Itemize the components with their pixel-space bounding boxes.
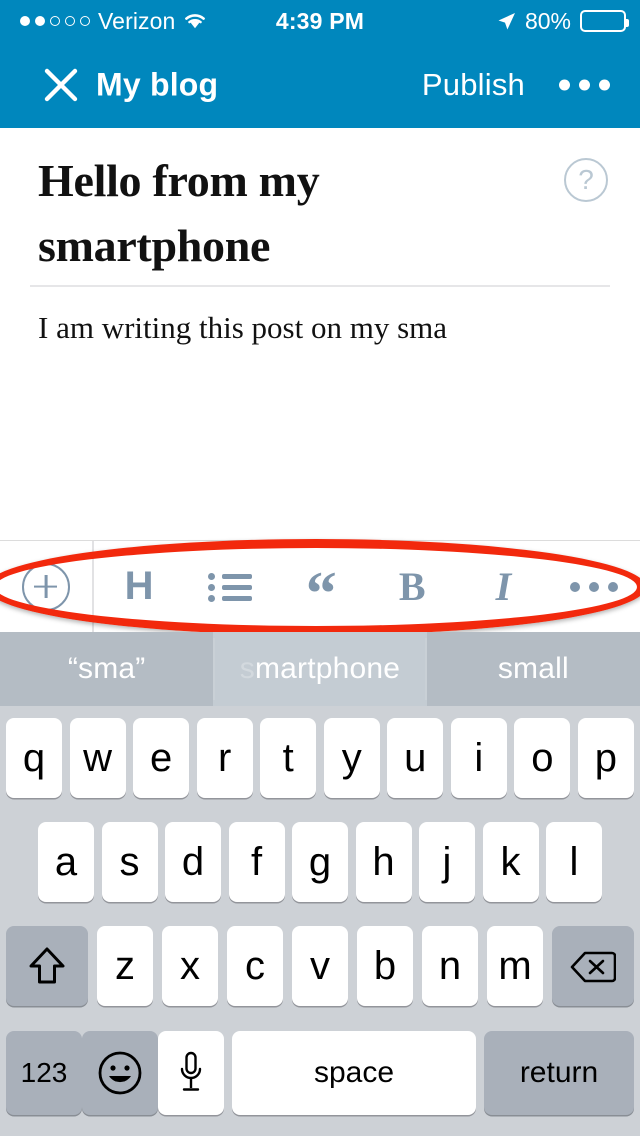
italic-icon: I (495, 564, 512, 609)
key-i[interactable]: i (450, 718, 507, 798)
key-l[interactable]: l (546, 822, 602, 902)
emoji-key[interactable] (82, 1031, 158, 1115)
list-button[interactable] (185, 541, 276, 633)
heading-button[interactable]: H (94, 541, 185, 633)
key-e[interactable]: e (133, 718, 190, 798)
bold-button[interactable]: B (367, 541, 458, 633)
more-ellipsis-icon (570, 581, 619, 592)
key-g[interactable]: g (292, 822, 348, 902)
suggestion-item[interactable]: s martphone (213, 632, 427, 706)
plus-circle-icon (22, 562, 70, 611)
backspace-icon (570, 949, 617, 983)
post-editor[interactable]: Hello from my smartphone ? I am writing … (0, 128, 640, 540)
key-s[interactable]: s (101, 822, 158, 902)
key-y[interactable]: y (323, 718, 380, 798)
microphone-icon (178, 1050, 204, 1096)
key-u[interactable]: u (387, 718, 444, 798)
key-a[interactable]: a (38, 822, 94, 902)
return-key[interactable]: return (484, 1031, 634, 1115)
more-format-button[interactable] (549, 541, 640, 633)
key-w[interactable]: w (69, 718, 126, 798)
key-x[interactable]: x (162, 926, 218, 1006)
title-divider (30, 285, 610, 287)
phone-screen: Verizon 4:39 PM 80% My blog Publish Hell… (0, 0, 640, 1136)
key-t[interactable]: t (260, 718, 317, 798)
key-j[interactable]: j (419, 822, 475, 902)
suggestion-rest: martphone (254, 652, 401, 685)
keyboard-row-1: qwertyuiop (0, 706, 640, 810)
key-v[interactable]: v (292, 926, 348, 1006)
key-m[interactable]: m (487, 926, 543, 1006)
blockquote-button[interactable]: “ (276, 541, 367, 633)
key-d[interactable]: d (165, 822, 221, 902)
backspace-key[interactable] (552, 926, 634, 1006)
smiley-face-icon (97, 1050, 143, 1096)
key-n[interactable]: n (422, 926, 478, 1006)
key-o[interactable]: o (514, 718, 571, 798)
publish-button[interactable]: Publish (422, 67, 525, 103)
heading-icon: H (124, 564, 154, 608)
suggestion-prefix: s (239, 652, 255, 685)
battery-icon (580, 10, 629, 32)
shift-key[interactable] (6, 926, 88, 1006)
keyboard-row-2: asdfghjkl (0, 810, 640, 914)
help-question-icon[interactable]: ? (564, 158, 608, 202)
space-key[interactable]: space (232, 1031, 476, 1115)
suggestion-item[interactable]: “sma” (0, 632, 213, 706)
more-ellipsis-icon[interactable] (559, 79, 610, 91)
post-body-field[interactable]: I am writing this post on my sma (38, 306, 598, 351)
key-c[interactable]: c (227, 926, 283, 1006)
post-title-field[interactable]: Hello from my smartphone (38, 148, 538, 279)
italic-button[interactable]: I (458, 541, 549, 633)
status-bar: Verizon 4:39 PM 80% (0, 0, 640, 42)
shift-arrow-icon (27, 945, 67, 987)
unordered-list-icon (208, 571, 253, 603)
key-z[interactable]: z (97, 926, 153, 1006)
keyboard-row-4: 123 space return (0, 1018, 640, 1128)
key-f[interactable]: f (228, 822, 285, 902)
key-p[interactable]: p (577, 718, 634, 798)
battery-percent-label: 80% (524, 7, 571, 34)
key-k[interactable]: k (482, 822, 539, 902)
keyboard-suggestion-bar: “sma” s martphone small (0, 632, 640, 706)
format-toolbar: H “ B I (0, 540, 640, 633)
navigation-bar: My blog Publish (0, 42, 640, 128)
status-bar-right: 80% (497, 7, 629, 35)
key-b[interactable]: b (357, 926, 413, 1006)
on-screen-keyboard: qwertyuiop asdfghjkl zxcvbnm 123 space r… (0, 706, 640, 1136)
numbers-key[interactable]: 123 (6, 1031, 82, 1115)
suggestion-item[interactable]: small (427, 632, 640, 706)
keyboard-row-3-letters: zxcvbnm (97, 926, 543, 1006)
bold-icon: B (398, 564, 426, 609)
dictation-key[interactable] (158, 1031, 224, 1115)
key-r[interactable]: r (196, 718, 253, 798)
location-arrow-icon (497, 12, 516, 31)
key-h[interactable]: h (355, 822, 412, 902)
page-title: My blog (96, 66, 219, 103)
add-media-button[interactable] (0, 541, 92, 633)
keyboard-row-3: zxcvbnm (0, 914, 640, 1018)
key-q[interactable]: q (6, 718, 62, 798)
close-x-icon[interactable] (44, 68, 78, 102)
